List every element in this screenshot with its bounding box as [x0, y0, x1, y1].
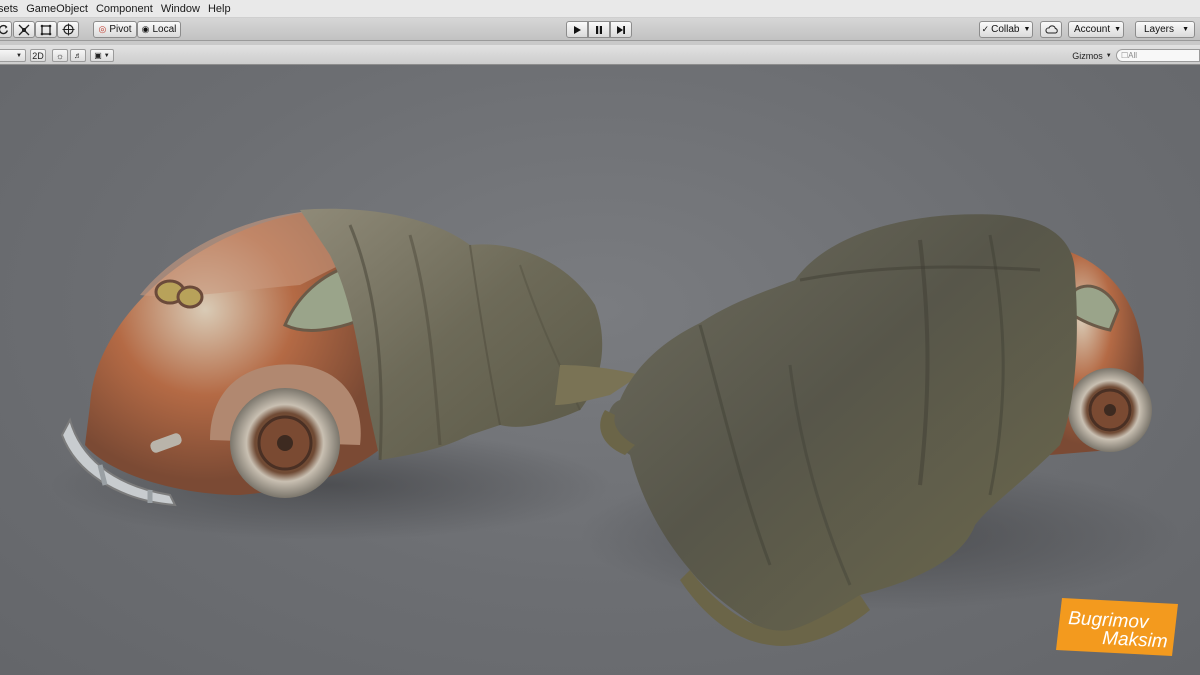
chevron-down-icon: ▼ [1023, 26, 1031, 33]
effects-dropdown[interactable]: ▣ ▼ [90, 49, 114, 62]
account-dropdown[interactable]: Account ▼ [1068, 21, 1124, 38]
layers-dropdown[interactable]: Layers ▼ [1135, 21, 1195, 38]
audio-toggle[interactable]: ♬ [70, 49, 86, 62]
chevron-down-icon: ▼ [103, 52, 110, 59]
scale-tool-button[interactable] [13, 21, 35, 38]
rect-icon [40, 24, 52, 35]
mode-2d-label: 2D [32, 50, 44, 61]
scene-search-input[interactable]: ☐All [1116, 49, 1200, 62]
scene-view-toolbar: ▼ 2D ☼ ♬ ▣ ▼ Gizmos ▼ ☐All [0, 45, 1200, 65]
cloud-button[interactable] [1040, 21, 1062, 38]
collab-label: Collab [991, 24, 1020, 35]
menu-component[interactable]: Component [96, 3, 161, 15]
image-icon: ▣ [94, 51, 102, 60]
sun-icon: ☼ [55, 50, 65, 61]
scene-viewport[interactable]: Bugrimov Maksim [0, 65, 1200, 675]
rotate-tool-button[interactable] [0, 21, 12, 38]
step-button[interactable] [610, 21, 632, 38]
menu-assets[interactable]: sets [0, 3, 26, 15]
collab-dropdown[interactable]: ✓ Collab ▼ [979, 21, 1033, 38]
watermark-logo: Bugrimov Maksim [1056, 598, 1178, 656]
pause-icon [596, 25, 602, 34]
globe-icon: ◉ [141, 24, 150, 34]
pause-button[interactable] [588, 21, 610, 38]
speaker-icon: ♬ [74, 51, 82, 60]
search-placeholder: ☐All [1121, 51, 1138, 60]
menu-window[interactable]: Window [161, 3, 208, 15]
layers-label: Layers [1144, 24, 1175, 35]
beetle-car-under-cloth[interactable] [580, 214, 1180, 646]
check-icon: ✓ [981, 24, 990, 34]
watermark-line2: Maksim [1102, 628, 1168, 652]
step-icon [617, 25, 625, 34]
menu-bar: sets GameObject Component Window Help [0, 0, 1200, 18]
pivot-icon: ◎ [98, 24, 107, 34]
local-label: Local [152, 24, 177, 35]
rect-tool-button[interactable] [35, 21, 57, 38]
play-button[interactable] [566, 21, 588, 38]
menu-gameobject[interactable]: GameObject [26, 3, 96, 15]
main-toolbar: ◎ Pivot ◉ Local ✓ Collab ▼ Account ▼ Lay… [0, 18, 1200, 41]
chevron-down-icon: ▼ [16, 52, 22, 59]
pivot-toggle[interactable]: ◎ Pivot [93, 21, 137, 38]
gizmos-dropdown[interactable]: Gizmos ▼ [1072, 49, 1112, 62]
pivot-label: Pivot [109, 24, 132, 35]
transform-icon [62, 23, 74, 36]
play-icon [574, 25, 581, 34]
local-toggle[interactable]: ◉ Local [137, 21, 181, 38]
scale-icon [18, 24, 30, 35]
scene-render [50, 208, 1180, 646]
gizmos-label: Gizmos [1072, 50, 1103, 61]
rusty-beetle-car-with-cloth[interactable] [50, 208, 640, 540]
menu-help[interactable]: Help [208, 3, 239, 15]
shading-mode-dropdown[interactable]: ▼ [0, 49, 26, 62]
account-label: Account [1074, 24, 1111, 35]
chevron-down-icon: ▼ [1182, 26, 1189, 33]
chevron-down-icon: ▼ [1105, 52, 1112, 59]
author-logo-badge: Bugrimov Maksim [1056, 598, 1178, 656]
cloud-icon [1044, 25, 1058, 34]
mode-2d-toggle[interactable]: 2D [30, 49, 46, 62]
transform-tool-button[interactable] [57, 21, 79, 38]
lighting-toggle[interactable]: ☼ [52, 49, 68, 62]
rotate-icon [0, 24, 8, 35]
chevron-down-icon: ▼ [1114, 26, 1122, 33]
